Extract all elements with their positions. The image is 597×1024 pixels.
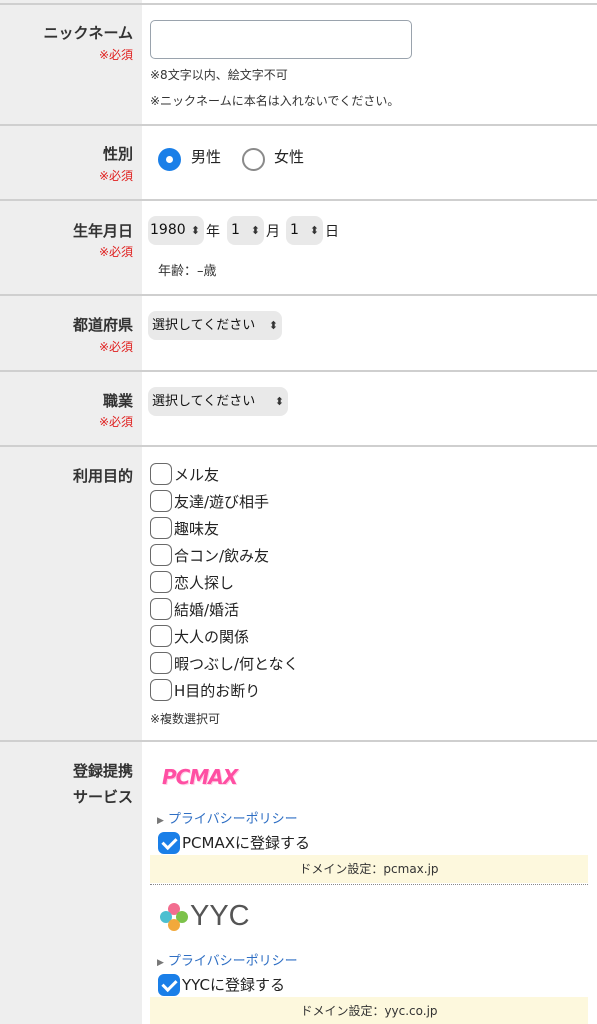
occupation-label: 職業: [102, 392, 133, 410]
nickname-input[interactable]: [150, 20, 412, 59]
nickname-required: ※必須: [98, 48, 133, 62]
gender-female-label: 女性: [274, 148, 305, 166]
purpose-option-label: 趣味友: [174, 520, 220, 538]
nickname-note-length: ※8文字以内、絵文字不可: [150, 68, 288, 82]
yyc-privacy-text: プライバシーポリシー: [167, 954, 298, 969]
gender-male-label: 男性: [191, 148, 222, 166]
purpose-checkbox[interactable]: [150, 652, 172, 674]
purpose-checkbox[interactable]: [150, 625, 172, 647]
divider: [0, 124, 597, 126]
purpose-checkbox[interactable]: [150, 679, 172, 701]
purpose-option-label: メル友: [174, 466, 220, 484]
occupation-value: 選択してください: [152, 394, 256, 409]
purpose-option-label: 恋人探し: [174, 574, 235, 592]
purpose-option-label: H目的お断り: [174, 682, 261, 700]
purpose-checkbox[interactable]: [150, 544, 172, 566]
nickname-label: ニックネーム: [43, 24, 133, 42]
purpose-option-label: 合コン/飲み友: [174, 547, 270, 565]
divider: [0, 445, 597, 447]
yyc-privacy-link[interactable]: ▶ プライバシーポリシー: [157, 950, 298, 969]
occupation-select[interactable]: 選択してください ⬍: [148, 387, 288, 416]
chevron-updown-icon: ⬍: [250, 224, 260, 237]
services-label-line2: サービス: [72, 788, 133, 806]
purpose-option-label: 結婚/婚活: [174, 601, 240, 619]
birthday-required: ※必須: [98, 245, 133, 259]
gender-label: 性別: [102, 145, 133, 163]
birthday-label: 生年月日: [72, 222, 133, 240]
clover-icon: [160, 903, 188, 931]
purpose-checkbox[interactable]: [150, 598, 172, 620]
gender-female-radio[interactable]: [242, 148, 265, 171]
year-unit: 年: [206, 224, 220, 240]
pcmax-logo: PCMAX: [162, 765, 238, 789]
prefecture-value: 選択してください: [152, 318, 256, 333]
age-display: 年齢：–歳: [158, 264, 217, 279]
prefecture-label: 都道府県: [72, 316, 133, 334]
purpose-checkbox[interactable]: [150, 517, 172, 539]
divider: [0, 294, 597, 296]
services-label-line1: 登録提携: [72, 762, 133, 780]
birth-day-value: 1: [290, 222, 299, 238]
purpose-checkbox[interactable]: [150, 490, 172, 512]
purpose-checkbox[interactable]: [150, 571, 172, 593]
birth-year-select[interactable]: 1980 ⬍: [148, 216, 204, 245]
gender-male-radio[interactable]: [158, 148, 181, 171]
yyc-register-label: YYCに登録する: [182, 976, 285, 994]
birth-month-select[interactable]: 1 ⬍: [227, 216, 264, 245]
birth-month-value: 1: [231, 222, 240, 238]
prefecture-select[interactable]: 選択してください ⬍: [148, 311, 282, 340]
yyc-logo-text: YYC: [190, 900, 250, 932]
pcmax-privacy-text: プライバシーポリシー: [167, 812, 298, 827]
divider: [150, 884, 588, 885]
day-unit: 日: [325, 224, 339, 240]
pcmax-domain-setting: ドメイン設定：pcmax.jp: [150, 855, 588, 883]
pcmax-privacy-link[interactable]: ▶ プライバシーポリシー: [157, 808, 298, 827]
chevron-updown-icon: ⬍: [309, 224, 319, 237]
purpose-option-label: 大人の関係: [174, 628, 250, 646]
gender-required: ※必須: [98, 169, 133, 183]
purpose-note: ※複数選択可: [150, 712, 221, 726]
occupation-required: ※必須: [98, 415, 133, 429]
purpose-label: 利用目的: [72, 467, 133, 485]
divider: [0, 3, 597, 5]
divider: [0, 199, 597, 201]
yyc-register-checkbox[interactable]: [158, 974, 180, 996]
birth-year-value: 1980: [150, 222, 186, 238]
chevron-updown-icon: ⬍: [190, 224, 200, 237]
purpose-option-label: 友達/遊び相手: [174, 493, 270, 511]
nickname-note-realname: ※ニックネームに本名は入れないでください。: [150, 94, 400, 108]
purpose-option-label: 暇つぶし/何となく: [174, 655, 299, 673]
purpose-checkbox[interactable]: [150, 463, 172, 485]
pcmax-register-checkbox[interactable]: [158, 832, 180, 854]
birth-day-select[interactable]: 1 ⬍: [286, 216, 323, 245]
triangle-right-icon: ▶: [157, 816, 164, 826]
chevron-updown-icon: ⬍: [268, 319, 278, 332]
chevron-updown-icon: ⬍: [274, 395, 284, 408]
pcmax-register-label: PCMAXに登録する: [182, 834, 310, 852]
prefecture-required: ※必須: [98, 340, 133, 354]
divider: [0, 740, 597, 742]
yyc-domain-setting: ドメイン設定：yyc.co.jp: [150, 997, 588, 1024]
triangle-right-icon: ▶: [157, 958, 164, 968]
month-unit: 月: [266, 224, 280, 240]
divider: [0, 370, 597, 372]
